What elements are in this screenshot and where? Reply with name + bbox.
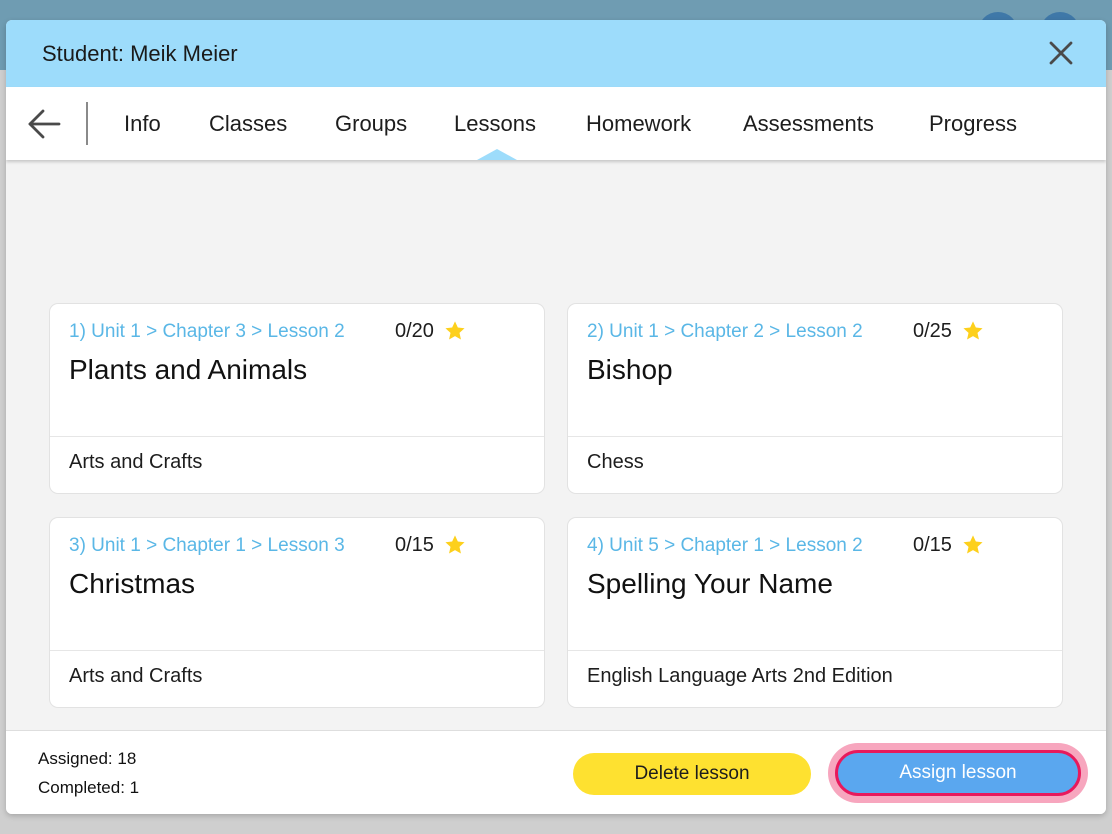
card-divider <box>50 436 544 437</box>
lesson-card[interactable]: 4) Unit 5 > Chapter 1 > Lesson 2 0/15 Sp… <box>568 518 1062 707</box>
lesson-subject: English Language Arts 2nd Edition <box>587 665 893 687</box>
lesson-title: Christmas <box>69 568 196 599</box>
card-divider <box>568 650 1062 651</box>
lesson-subject: Arts and Crafts <box>69 665 203 687</box>
lesson-card[interactable]: 2) Unit 1 > Chapter 2 > Lesson 2 0/25 Bi… <box>568 304 1062 493</box>
lesson-title: Plants and Animals <box>69 354 308 385</box>
modal-footer: Assigned: 18 Completed: 1 Delete lesson … <box>6 730 1106 814</box>
star-icon <box>445 321 465 340</box>
lesson-title: Spelling Your Name <box>587 568 833 599</box>
lesson-path: 3) Unit 1 > Chapter 1 > Lesson 3 <box>69 535 345 556</box>
modal-title: Student: Meik Meier <box>42 41 238 66</box>
lesson-card[interactable]: 3) Unit 1 > Chapter 1 > Lesson 3 0/15 Ch… <box>50 518 544 707</box>
tab-progress[interactable]: Progress <box>929 111 1017 137</box>
lesson-path: 4) Unit 5 > Chapter 1 > Lesson 2 <box>587 535 863 556</box>
star-icon <box>963 535 983 554</box>
lesson-path: 1) Unit 1 > Chapter 3 > Lesson 2 <box>69 321 345 342</box>
delete-lesson-button[interactable]: Delete lesson <box>573 753 811 795</box>
lesson-title: Bishop <box>587 354 673 385</box>
tab-bar: Info Classes Groups Lessons Homework Ass… <box>6 87 1106 160</box>
tab-info[interactable]: Info <box>124 111 161 137</box>
modal-header: Student: Meik Meier <box>6 20 1106 87</box>
star-icon <box>445 535 465 554</box>
back-button[interactable] <box>26 107 62 141</box>
lesson-score: 0/25 <box>913 320 952 342</box>
assign-lesson-button[interactable]: Assign lesson <box>835 750 1081 796</box>
tab-lessons[interactable]: Lessons <box>454 111 536 137</box>
lesson-card[interactable]: 1) Unit 1 > Chapter 3 > Lesson 2 0/20 Pl… <box>50 304 544 493</box>
star-icon <box>963 321 983 340</box>
lesson-subject: Chess <box>587 451 644 473</box>
student-modal: Student: Meik Meier Info Classes Groups … <box>6 20 1106 814</box>
completed-count: Completed: 1 <box>38 778 140 797</box>
tab-homework[interactable]: Homework <box>586 111 691 137</box>
lesson-score: 0/15 <box>395 534 434 556</box>
card-divider <box>50 650 544 651</box>
card-divider <box>568 436 1062 437</box>
lesson-path: 2) Unit 1 > Chapter 2 > Lesson 2 <box>587 321 863 342</box>
arrow-left-icon <box>28 109 61 139</box>
lesson-score: 0/20 <box>395 320 434 342</box>
tab-assessments[interactable]: Assessments <box>743 111 874 137</box>
close-icon <box>1049 41 1073 65</box>
tab-classes[interactable]: Classes <box>209 111 287 137</box>
assigned-count: Assigned: 18 <box>38 749 137 768</box>
lesson-subject: Arts and Crafts <box>69 451 203 473</box>
tab-groups[interactable]: Groups <box>335 111 407 137</box>
nav-divider <box>86 102 88 145</box>
active-tab-indicator <box>477 149 517 160</box>
close-button[interactable] <box>1046 38 1076 68</box>
lesson-score: 0/15 <box>913 534 952 556</box>
